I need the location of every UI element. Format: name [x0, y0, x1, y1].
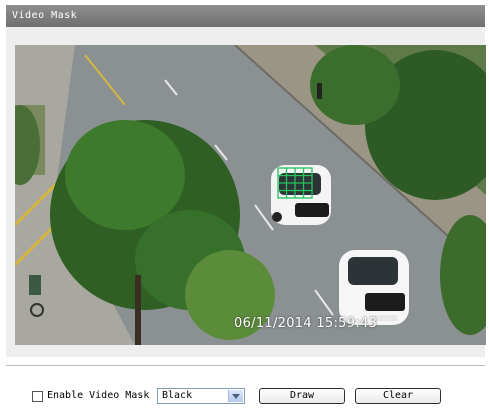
divider	[6, 365, 485, 366]
mask-color-value: Black	[162, 390, 193, 401]
clear-button[interactable]: Clear	[355, 388, 441, 404]
video-timestamp: 06/11/2014 15:59:43	[234, 316, 378, 331]
enable-video-mask-checkbox[interactable]	[32, 391, 43, 402]
mask-controls: Enable Video Mask Black Draw Clear	[0, 385, 489, 409]
window-title: Video Mask	[12, 10, 78, 21]
street-scene	[15, 45, 486, 345]
chevron-down-icon[interactable]	[228, 390, 243, 402]
mask-color-select[interactable]: Black	[157, 388, 245, 404]
enable-video-mask-label: Enable Video Mask	[47, 390, 150, 401]
video-feed[interactable]: 06/11/2014 15:59:43	[15, 45, 486, 345]
title-bar: Video Mask	[6, 5, 485, 27]
draw-button[interactable]: Draw	[259, 388, 345, 404]
